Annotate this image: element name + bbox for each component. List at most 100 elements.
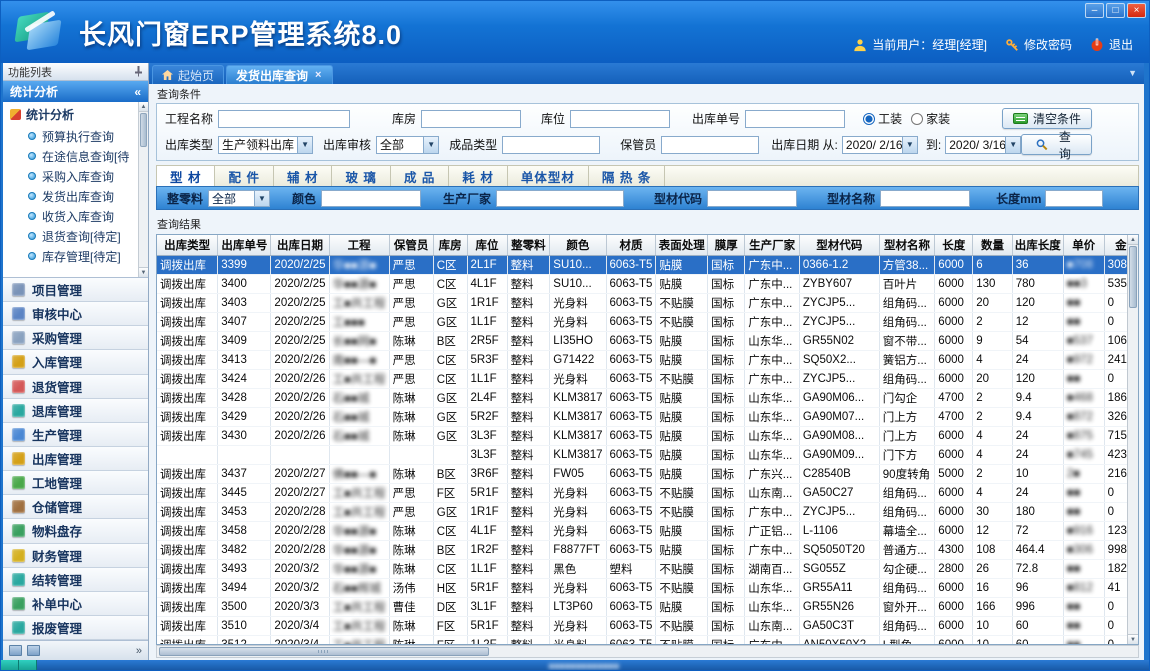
table-row[interactable]: 调拨出库34582020/2/28华■■源■陈琳C区4L1F整料光身料6063-… [157, 521, 1138, 540]
sidebar-menu-item-5[interactable]: 退库管理 [3, 399, 148, 423]
column-header[interactable]: 出库类型 [157, 235, 218, 255]
minimize-button[interactable]: – [1085, 3, 1104, 18]
table-row[interactable]: 3L3F整料KLM38176063-T5贴膜国标山东华...GA90M09...… [157, 445, 1138, 464]
table-row[interactable]: 调拨出库34822020/2/28华■■源■陈琳B区1R2F整料F8877FT6… [157, 540, 1138, 559]
scroll-thumb[interactable] [140, 113, 147, 147]
tree-item-2[interactable]: 采购入库查询 [8, 166, 138, 186]
table-row[interactable]: 调拨出库34532020/2/28工■共工程严思G区1R1F整料光身料6063-… [157, 502, 1138, 521]
sidebar-menu-item-3[interactable]: 入库管理 [3, 350, 148, 374]
column-header[interactable]: 材质 [606, 235, 656, 255]
material-tab-7[interactable]: 隔 热 条 [589, 166, 665, 186]
logout-button[interactable]: 退出 [1090, 36, 1133, 53]
column-header[interactable]: 颜色 [550, 235, 606, 255]
tree-item-1[interactable]: 在途信息查询[待 [8, 146, 138, 166]
scroll-up-icon[interactable]: ▲ [1128, 235, 1138, 245]
column-header[interactable]: 膜厚 [708, 235, 745, 255]
order-no-input[interactable] [745, 110, 845, 128]
sidebar-menu-item-14[interactable]: 报废管理 [3, 616, 148, 640]
keeper-input[interactable] [661, 136, 759, 154]
table-row[interactable]: 调拨出库34292020/2/26石■■城陈琳G区5R2F整料KLM381760… [157, 407, 1138, 426]
material-tab-3[interactable]: 玻 璃 [332, 166, 390, 186]
pin-icon[interactable] [134, 66, 143, 77]
table-row[interactable]: 调拨出库33992020/2/25华■■源■严思C区2L1F整料SU10...6… [157, 255, 1138, 274]
sidebar-menu-item-6[interactable]: 生产管理 [3, 423, 148, 447]
material-tab-4[interactable]: 成 品 [391, 166, 449, 186]
close-button[interactable]: × [1127, 3, 1146, 18]
tree-item-3[interactable]: 发货出库查询 [8, 186, 138, 206]
change-password-button[interactable]: 修改密码 [1005, 36, 1072, 53]
scroll-down-icon[interactable]: ▼ [139, 267, 148, 277]
location-input[interactable] [570, 110, 670, 128]
column-header[interactable]: 整零料 [507, 235, 550, 255]
column-header[interactable]: 型材名称 [879, 235, 935, 255]
radio-jiazhuang[interactable] [911, 113, 923, 125]
warehouse-input[interactable] [421, 110, 521, 128]
date-from-picker[interactable]: 2020/ 2/16 ▼ [842, 136, 918, 154]
sidebar-menu-item-13[interactable]: 补单中心 [3, 592, 148, 616]
sidebar-menu-item-7[interactable]: 出库管理 [3, 447, 148, 471]
sidebar-menu-item-12[interactable]: 结转管理 [3, 568, 148, 592]
clear-conditions-button[interactable]: 清空条件 [1002, 108, 1092, 129]
tab-start-page[interactable]: 起始页 [152, 65, 224, 84]
material-tab-1[interactable]: 配 件 [215, 166, 273, 186]
column-header[interactable]: 出库单号 [218, 235, 271, 255]
outbound-type-select[interactable]: 生产领料出库 ▼ [218, 136, 313, 154]
column-header[interactable]: 库位 [467, 235, 507, 255]
sidebar-menu-item-11[interactable]: 财务管理 [3, 544, 148, 568]
tab-list-caret-icon[interactable]: ▼ [1128, 68, 1137, 78]
sidebar-menu-item-9[interactable]: 仓储管理 [3, 495, 148, 519]
scroll-thumb[interactable] [1129, 246, 1137, 308]
table-row[interactable]: 调拨出库34942020/3/2石■■辉城汤伟H区5R1F整料光身料6063-T… [157, 578, 1138, 597]
table-row[interactable]: 调拨出库34132020/2/26南■■—■严思C区5R3F整料G7142260… [157, 350, 1138, 369]
sidebar-menu-item-4[interactable]: 退货管理 [3, 375, 148, 399]
profile-name-input[interactable] [880, 190, 970, 207]
table-horizontal-scrollbar[interactable] [156, 645, 1139, 658]
profile-code-input[interactable] [707, 190, 797, 207]
column-header[interactable]: 保管员 [389, 235, 433, 255]
table-row[interactable]: 调拨出库34242020/2/26工■共工程严思C区1L1F整料光身料6063-… [157, 369, 1138, 388]
outbound-audit-select[interactable]: 全部 ▼ [376, 136, 439, 154]
table-row[interactable]: 调拨出库35102020/3/4工■共工程陈琳F区5R1F整料光身料6063-T… [157, 616, 1138, 635]
tree-scrollbar[interactable]: ▲ ▼ [138, 102, 148, 277]
material-tab-2[interactable]: 辅 材 [274, 166, 332, 186]
column-header[interactable]: 数量 [973, 235, 1013, 255]
search-button[interactable]: 查 询 [1021, 134, 1092, 155]
table-row[interactable]: 调拨出库34302020/2/26石■■城陈琳G区3L3F整料KLM381760… [157, 426, 1138, 445]
sidebar-menu-item-10[interactable]: 物料盘存 [3, 519, 148, 543]
table-row[interactable]: 调拨出库34372020/2/27佛■■—■陈琳B区3R6F整料FW056063… [157, 464, 1138, 483]
column-header[interactable]: 工程 [329, 235, 389, 255]
material-tab-0[interactable]: 型 材 [157, 166, 215, 186]
tree-root-statistics[interactable]: 统计分析 [8, 105, 138, 126]
color-input[interactable] [321, 190, 421, 207]
sidebar-menu-item-8[interactable]: 工地管理 [3, 471, 148, 495]
sidebar-group-header[interactable]: 统计分析 « [3, 81, 148, 102]
column-header[interactable]: 表面处理 [656, 235, 708, 255]
table-row[interactable]: 调拨出库34932020/3/2华■■源■陈琳C区1L1F整料黑色塑料不贴膜国标… [157, 559, 1138, 578]
table-row[interactable]: 调拨出库34452020/2/27工■共工程严思F区5R1F整料光身料6063-… [157, 483, 1138, 502]
factory-input[interactable] [496, 190, 624, 207]
table-row[interactable]: 调拨出库35002020/3/3工■共工程曹佳D区3L1F整料LT3P60606… [157, 597, 1138, 616]
material-tab-5[interactable]: 耗 材 [449, 166, 507, 186]
tree-item-5[interactable]: 退货查询[待定] [8, 226, 138, 246]
column-header[interactable]: 单价 [1063, 235, 1104, 255]
table-row[interactable]: 调拨出库34282020/2/26石■■城陈琳G区2L4F整料KLM381760… [157, 388, 1138, 407]
monitor-panel-icon[interactable] [27, 645, 40, 656]
project-name-input[interactable] [218, 110, 350, 128]
column-header[interactable]: 型材代码 [799, 235, 879, 255]
tree-item-4[interactable]: 收货入库查询 [8, 206, 138, 226]
table-row[interactable]: 调拨出库34002020/2/25华■■源■严思C区4L1F整料SU10...6… [157, 274, 1138, 293]
sidebar-menu-item-1[interactable]: 审核中心 [3, 302, 148, 326]
table-row[interactable]: 调拨出库34092020/2/25长■■网■陈琳B区2R5F整料LI35HO60… [157, 331, 1138, 350]
product-type-input[interactable] [502, 136, 600, 154]
table-vertical-scrollbar[interactable]: ▲ ▼ [1127, 235, 1138, 644]
whole-part-select[interactable]: 全部 ▼ [208, 190, 270, 207]
column-header[interactable]: 库房 [433, 235, 467, 255]
column-header[interactable]: 出库长度 [1012, 235, 1063, 255]
sidebar-menu-item-0[interactable]: 项目管理 [3, 278, 148, 302]
scroll-up-icon[interactable]: ▲ [139, 102, 148, 112]
home-panel-icon[interactable] [9, 645, 22, 656]
tree-item-0[interactable]: 预算执行查询 [8, 126, 138, 146]
table-row[interactable]: 调拨出库34032020/2/25工■共工程严思G区1R1F整料光身料6063-… [157, 293, 1138, 312]
column-header[interactable]: 出库日期 [271, 235, 329, 255]
tab-close-icon[interactable]: × [313, 70, 323, 81]
